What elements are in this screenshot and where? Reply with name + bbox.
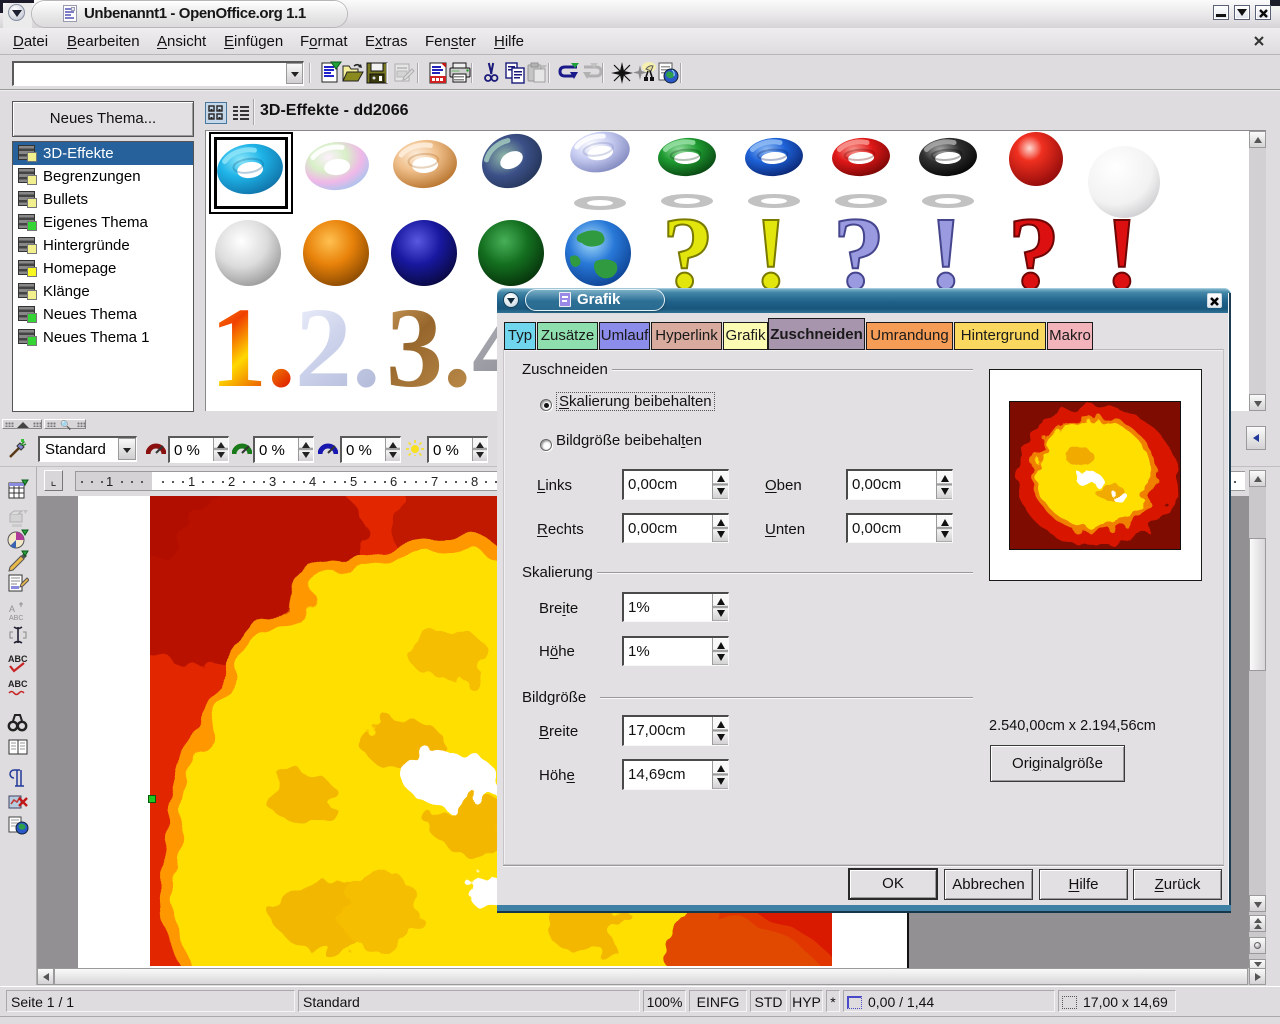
svg-text:ABC: ABC xyxy=(8,654,28,664)
svg-text:ABC: ABC xyxy=(9,615,23,622)
svg-text:ABC: ABC xyxy=(8,679,28,689)
svg-text:3.: 3. xyxy=(386,284,472,411)
svg-text:2.: 2. xyxy=(295,284,381,411)
svg-text:A: A xyxy=(9,604,15,614)
svg-text:1.: 1. xyxy=(210,284,296,411)
